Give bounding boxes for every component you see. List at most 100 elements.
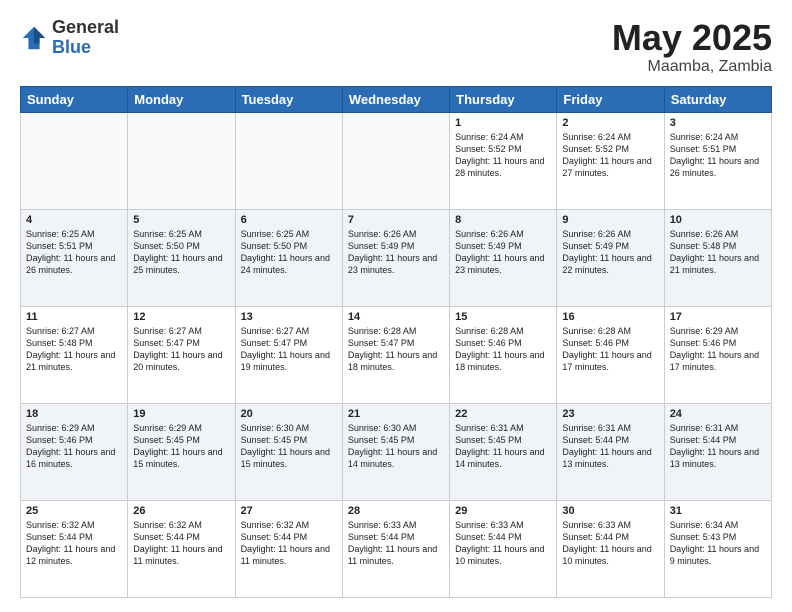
- day-number: 31: [670, 505, 766, 517]
- day-content: Sunrise: 6:24 AM Sunset: 5:52 PM Dayligh…: [455, 131, 551, 180]
- day-content: Sunrise: 6:32 AM Sunset: 5:44 PM Dayligh…: [26, 519, 122, 568]
- col-monday: Monday: [128, 86, 235, 112]
- table-row: 24 Sunrise: 6:31 AM Sunset: 5:44 PM Dayli…: [664, 403, 771, 500]
- day-content: Sunrise: 6:30 AM Sunset: 5:45 PM Dayligh…: [241, 422, 337, 471]
- day-content: Sunrise: 6:26 AM Sunset: 5:49 PM Dayligh…: [348, 228, 444, 277]
- day-number: 18: [26, 408, 122, 420]
- day-number: 22: [455, 408, 551, 420]
- day-number: 29: [455, 505, 551, 517]
- day-content: Sunrise: 6:25 AM Sunset: 5:50 PM Dayligh…: [241, 228, 337, 277]
- day-content: Sunrise: 6:27 AM Sunset: 5:48 PM Dayligh…: [26, 325, 122, 374]
- title-month: May 2025: [612, 18, 772, 58]
- day-content: Sunrise: 6:31 AM Sunset: 5:44 PM Dayligh…: [670, 422, 766, 471]
- day-number: 5: [133, 214, 229, 226]
- calendar-week-row: 25Sunrise: 6:32 AM Sunset: 5:44 PM Dayli…: [21, 500, 772, 597]
- day-number: 8: [455, 214, 551, 226]
- table-row: [342, 112, 449, 209]
- day-content: Sunrise: 6:33 AM Sunset: 5:44 PM Dayligh…: [562, 519, 658, 568]
- day-content: Sunrise: 6:33 AM Sunset: 5:44 PM Dayligh…: [455, 519, 551, 568]
- day-number: 23: [562, 408, 658, 420]
- table-row: 26 Sunrise: 6:32 AM Sunset: 5:44 PM Dayli…: [128, 500, 235, 597]
- day-content: Sunrise: 6:31 AM Sunset: 5:45 PM Dayligh…: [455, 422, 551, 471]
- day-content: Sunrise: 6:26 AM Sunset: 5:49 PM Dayligh…: [562, 228, 658, 277]
- table-row: 8 Sunrise: 6:26 AM Sunset: 5:49 PM Daylig…: [450, 209, 557, 306]
- day-number: 9: [562, 214, 658, 226]
- day-content: Sunrise: 6:26 AM Sunset: 5:49 PM Dayligh…: [455, 228, 551, 277]
- col-friday: Friday: [557, 86, 664, 112]
- table-row: 10Sunrise: 6:26 AM Sunset: 5:48 PM Dayli…: [664, 209, 771, 306]
- table-row: 11 Sunrise: 6:27 AM Sunset: 5:48 PM Dayli…: [21, 306, 128, 403]
- table-row: 7 Sunrise: 6:26 AM Sunset: 5:49 PM Daylig…: [342, 209, 449, 306]
- table-row: 2Sunrise: 6:24 AM Sunset: 5:52 PM Daylig…: [557, 112, 664, 209]
- day-content: Sunrise: 6:34 AM Sunset: 5:43 PM Dayligh…: [670, 519, 766, 568]
- day-content: Sunrise: 6:31 AM Sunset: 5:44 PM Dayligh…: [562, 422, 658, 471]
- day-content: Sunrise: 6:25 AM Sunset: 5:51 PM Dayligh…: [26, 228, 122, 277]
- day-content: Sunrise: 6:29 AM Sunset: 5:46 PM Dayligh…: [670, 325, 766, 374]
- table-row: [21, 112, 128, 209]
- table-row: 6 Sunrise: 6:25 AM Sunset: 5:50 PM Daylig…: [235, 209, 342, 306]
- day-content: Sunrise: 6:28 AM Sunset: 5:46 PM Dayligh…: [455, 325, 551, 374]
- calendar-header-row: Sunday Monday Tuesday Wednesday Thursday…: [21, 86, 772, 112]
- table-row: 13 Sunrise: 6:27 AM Sunset: 5:47 PM Dayli…: [235, 306, 342, 403]
- day-number: 11: [26, 311, 122, 323]
- day-content: Sunrise: 6:32 AM Sunset: 5:44 PM Dayligh…: [241, 519, 337, 568]
- page: General Blue May 2025 Maamba, Zambia Sun…: [0, 0, 792, 612]
- table-row: 25Sunrise: 6:32 AM Sunset: 5:44 PM Dayli…: [21, 500, 128, 597]
- table-row: 19 Sunrise: 6:29 AM Sunset: 5:45 PM Dayli…: [128, 403, 235, 500]
- calendar-week-row: 1 Sunrise: 6:24 AM Sunset: 5:52 PM Daylig…: [21, 112, 772, 209]
- day-number: 21: [348, 408, 444, 420]
- day-number: 1: [455, 117, 551, 129]
- table-row: 1 Sunrise: 6:24 AM Sunset: 5:52 PM Daylig…: [450, 112, 557, 209]
- day-content: Sunrise: 6:33 AM Sunset: 5:44 PM Dayligh…: [348, 519, 444, 568]
- table-row: 22 Sunrise: 6:31 AM Sunset: 5:45 PM Dayli…: [450, 403, 557, 500]
- table-row: [128, 112, 235, 209]
- title-location: Maamba, Zambia: [612, 58, 772, 76]
- day-number: 28: [348, 505, 444, 517]
- day-number: 17: [670, 311, 766, 323]
- calendar-week-row: 4 Sunrise: 6:25 AM Sunset: 5:51 PM Daylig…: [21, 209, 772, 306]
- day-number: 4: [26, 214, 122, 226]
- table-row: 5 Sunrise: 6:25 AM Sunset: 5:50 PM Daylig…: [128, 209, 235, 306]
- table-row: 14 Sunrise: 6:28 AM Sunset: 5:47 PM Dayli…: [342, 306, 449, 403]
- day-number: 14: [348, 311, 444, 323]
- day-content: Sunrise: 6:28 AM Sunset: 5:47 PM Dayligh…: [348, 325, 444, 374]
- table-row: 17 Sunrise: 6:29 AM Sunset: 5:46 PM Dayli…: [664, 306, 771, 403]
- table-row: 31 Sunrise: 6:34 AM Sunset: 5:43 PM Dayli…: [664, 500, 771, 597]
- day-content: Sunrise: 6:25 AM Sunset: 5:50 PM Dayligh…: [133, 228, 229, 277]
- calendar-week-row: 11 Sunrise: 6:27 AM Sunset: 5:48 PM Dayli…: [21, 306, 772, 403]
- day-content: Sunrise: 6:24 AM Sunset: 5:51 PM Dayligh…: [670, 131, 766, 180]
- day-number: 12: [133, 311, 229, 323]
- logo-text: General Blue: [52, 18, 119, 58]
- day-content: Sunrise: 6:32 AM Sunset: 5:44 PM Dayligh…: [133, 519, 229, 568]
- day-content: Sunrise: 6:26 AM Sunset: 5:48 PM Dayligh…: [670, 228, 766, 277]
- day-number: 16: [562, 311, 658, 323]
- day-number: 15: [455, 311, 551, 323]
- day-number: 3: [670, 117, 766, 129]
- day-number: 26: [133, 505, 229, 517]
- table-row: 3 Sunrise: 6:24 AM Sunset: 5:51 PM Daylig…: [664, 112, 771, 209]
- day-number: 30: [562, 505, 658, 517]
- day-content: Sunrise: 6:29 AM Sunset: 5:45 PM Dayligh…: [133, 422, 229, 471]
- logo: General Blue: [20, 18, 119, 58]
- calendar-week-row: 18 Sunrise: 6:29 AM Sunset: 5:46 PM Dayli…: [21, 403, 772, 500]
- col-saturday: Saturday: [664, 86, 771, 112]
- header: General Blue May 2025 Maamba, Zambia: [20, 18, 772, 76]
- table-row: 4 Sunrise: 6:25 AM Sunset: 5:51 PM Daylig…: [21, 209, 128, 306]
- day-number: 7: [348, 214, 444, 226]
- day-number: 24: [670, 408, 766, 420]
- day-content: Sunrise: 6:27 AM Sunset: 5:47 PM Dayligh…: [241, 325, 337, 374]
- day-number: 13: [241, 311, 337, 323]
- day-content: Sunrise: 6:27 AM Sunset: 5:47 PM Dayligh…: [133, 325, 229, 374]
- table-row: 18 Sunrise: 6:29 AM Sunset: 5:46 PM Dayli…: [21, 403, 128, 500]
- table-row: 16Sunrise: 6:28 AM Sunset: 5:46 PM Dayli…: [557, 306, 664, 403]
- logo-icon: [20, 24, 48, 52]
- day-number: 20: [241, 408, 337, 420]
- logo-general-text: General: [52, 18, 119, 38]
- day-number: 2: [562, 117, 658, 129]
- day-number: 19: [133, 408, 229, 420]
- col-thursday: Thursday: [450, 86, 557, 112]
- table-row: 20 Sunrise: 6:30 AM Sunset: 5:45 PM Dayli…: [235, 403, 342, 500]
- day-number: 6: [241, 214, 337, 226]
- col-sunday: Sunday: [21, 86, 128, 112]
- day-content: Sunrise: 6:29 AM Sunset: 5:46 PM Dayligh…: [26, 422, 122, 471]
